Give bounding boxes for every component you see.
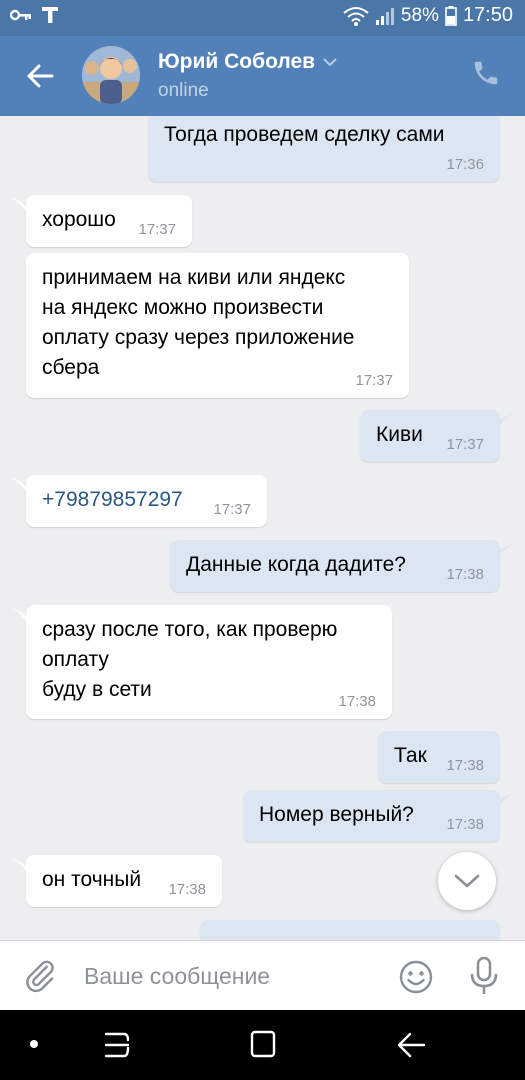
message-input[interactable] bbox=[84, 959, 384, 993]
attach-icon bbox=[26, 960, 54, 993]
message-incoming[interactable]: сразу после того, как проверю оплату буд… bbox=[26, 605, 392, 719]
avatar-image bbox=[82, 46, 140, 104]
contact-name: Юрий Соболев bbox=[158, 50, 316, 73]
message-list[interactable]: Тогда проведем сделку сами 17:36 хорошо … bbox=[0, 116, 525, 940]
nav-dot bbox=[30, 1040, 38, 1048]
home-icon[interactable] bbox=[248, 1028, 280, 1060]
message-outgoing[interactable]: Номер верный? 17:38 bbox=[243, 790, 500, 842]
contact-status: online bbox=[158, 80, 209, 101]
t-icon bbox=[42, 7, 58, 23]
message-time: 17:38 bbox=[338, 693, 376, 710]
message-time: 17:37 bbox=[138, 221, 176, 238]
recent-apps-icon[interactable] bbox=[100, 1030, 134, 1060]
status-bar: 58% 17:50 bbox=[0, 0, 525, 36]
message-text: Данные когда дадите? bbox=[186, 553, 406, 576]
message-incoming[interactable]: он точный 17:38 bbox=[26, 855, 222, 907]
phone-icon bbox=[474, 61, 498, 85]
chat-header: Юрий Соболев online bbox=[0, 36, 525, 116]
emoji-icon bbox=[399, 960, 433, 994]
message-text: принимаем на киви или яндекс на яндекс м… bbox=[42, 266, 355, 379]
attach-button[interactable] bbox=[22, 957, 60, 995]
message-outgoing[interactable]: Киви 17:37 bbox=[360, 410, 500, 462]
clock: 17:50 bbox=[462, 4, 513, 26]
message-time: 17:38 bbox=[446, 566, 484, 583]
message-time: 17:36 bbox=[446, 156, 484, 173]
message-outgoing-partial[interactable] bbox=[200, 920, 500, 940]
voice-message-button[interactable] bbox=[468, 956, 500, 996]
key-icon bbox=[10, 9, 31, 21]
scroll-down-button[interactable] bbox=[438, 852, 496, 910]
message-incoming[interactable]: +79879857297 17:37 bbox=[26, 475, 267, 527]
emoji-button[interactable] bbox=[398, 959, 434, 995]
back-button[interactable] bbox=[18, 56, 62, 96]
message-time: 17:38 bbox=[168, 881, 206, 898]
message-text: Тогда проведем сделку сами bbox=[164, 123, 445, 146]
status-left bbox=[10, 6, 58, 24]
signal-icon bbox=[375, 7, 394, 25]
message-time: 17:37 bbox=[355, 372, 393, 389]
message-time: 17:38 bbox=[446, 757, 484, 774]
message-incoming[interactable]: принимаем на киви или яндекс на яндекс м… bbox=[26, 253, 409, 398]
battery-icon bbox=[445, 5, 457, 26]
status-right: 58% 17:50 bbox=[343, 4, 513, 27]
message-time: 17:37 bbox=[446, 436, 484, 453]
mic-icon bbox=[470, 956, 498, 994]
composer bbox=[0, 940, 525, 1010]
message-text: сразу после того, как проверю оплату буд… bbox=[42, 618, 338, 701]
chevron-down-icon bbox=[323, 58, 337, 67]
message-time: 17:37 bbox=[213, 501, 251, 518]
contact-title[interactable]: Юрий Соболев bbox=[158, 50, 337, 74]
wifi-icon bbox=[343, 6, 369, 26]
battery-percent: 58% bbox=[400, 4, 439, 26]
system-nav-bar bbox=[0, 1010, 525, 1080]
message-outgoing[interactable]: Так 17:38 bbox=[378, 731, 500, 783]
avatar[interactable] bbox=[82, 46, 140, 104]
call-button[interactable] bbox=[471, 58, 507, 94]
message-incoming[interactable]: хорошо 17:37 bbox=[26, 195, 192, 247]
message-outgoing[interactable]: Данные когда дадите? 17:38 bbox=[170, 540, 500, 592]
back-icon[interactable] bbox=[394, 1030, 428, 1060]
back-arrow-icon bbox=[27, 64, 54, 88]
message-outgoing[interactable]: Тогда проведем сделку сами 17:36 bbox=[148, 116, 500, 182]
scroll-down-icon bbox=[454, 874, 480, 888]
message-time: 17:38 bbox=[446, 816, 484, 833]
